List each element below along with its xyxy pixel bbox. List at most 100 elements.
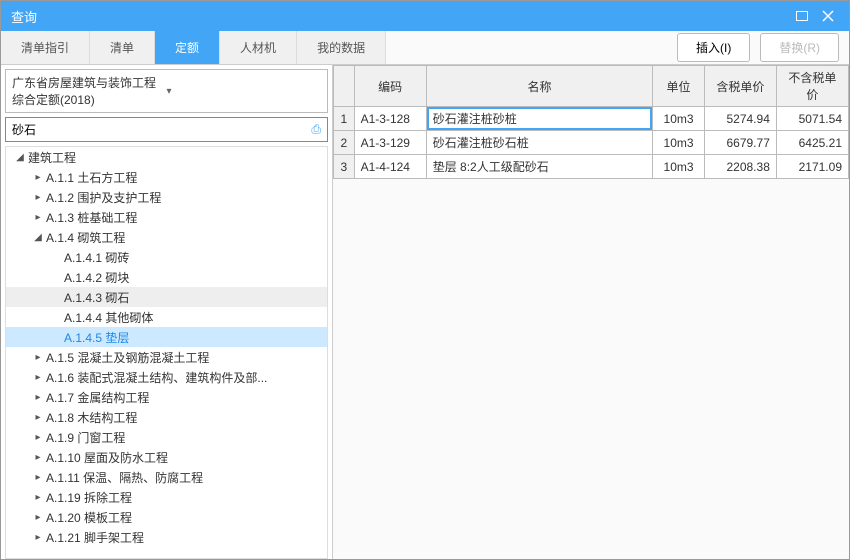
cell-unit[interactable]: 10m3 (653, 107, 705, 131)
tree-node[interactable]: ▸A.1.19 拆除工程 (6, 487, 327, 507)
tab-4[interactable]: 我的数据 (297, 31, 386, 64)
tree-node[interactable]: ▸A.1.11 保温、隔热、防腐工程 (6, 467, 327, 487)
search-helper-icon[interactable]: ⎙ (311, 122, 321, 137)
cell-price-notax[interactable]: 2171.09 (776, 155, 848, 179)
cell-unit[interactable]: 10m3 (653, 131, 705, 155)
grid-header[interactable]: 含税单价 (704, 66, 776, 107)
caret-right-icon[interactable]: ▸ (32, 192, 44, 203)
caret-right-icon[interactable]: ▸ (32, 452, 44, 463)
tree-node-label: A.1.8 木结构工程 (46, 409, 137, 426)
cell-name[interactable]: 砂石灌注桩砂桩 (426, 107, 653, 131)
row-number: 1 (334, 107, 355, 131)
table-row[interactable]: 1A1-3-128砂石灌注桩砂桩10m35274.945071.54 (334, 107, 849, 131)
caret-right-icon[interactable]: ▸ (32, 212, 44, 223)
caret-down-icon[interactable]: ◢ (32, 232, 44, 243)
cell-unit[interactable]: 10m3 (653, 155, 705, 179)
caret-right-icon[interactable]: ▸ (32, 532, 44, 543)
tree-node-label: A.1.4 砌筑工程 (46, 229, 125, 246)
grid-header[interactable]: 名称 (426, 66, 653, 107)
cell-price-tax[interactable]: 2208.38 (704, 155, 776, 179)
tree-node[interactable]: ▸A.1.4.1 砌砖 (6, 247, 327, 267)
caret-right-icon[interactable]: ▸ (32, 492, 44, 503)
tree-node[interactable]: ▸A.1.21 脚手架工程 (6, 527, 327, 547)
cell-price-tax[interactable]: 5274.94 (704, 107, 776, 131)
search-input[interactable] (12, 123, 311, 137)
chevron-down-icon: ▾ (167, 86, 322, 97)
tree-node[interactable]: ▸A.1.2 围护及支护工程 (6, 187, 327, 207)
caret-right-icon[interactable]: ▸ (32, 412, 44, 423)
cell-price-notax[interactable]: 5071.54 (776, 107, 848, 131)
tree-node-label: A.1.7 金属结构工程 (46, 389, 149, 406)
caret-right-icon[interactable]: ▸ (32, 472, 44, 483)
left-panel: 广东省房屋建筑与装饰工程综合定额(2018) ▾ ⎙ ◢建筑工程▸A.1.1 土… (1, 65, 333, 559)
cell-code[interactable]: A1-3-129 (354, 131, 426, 155)
tree-node[interactable]: ▸A.1.6 装配式混凝土结构、建筑构件及部... (6, 367, 327, 387)
tree-node-label: A.1.2 围护及支护工程 (46, 189, 161, 206)
tree-node[interactable]: ▸A.1.5 混凝土及钢筋混凝土工程 (6, 347, 327, 367)
grid-body: 1A1-3-128砂石灌注桩砂桩10m35274.945071.542A1-3-… (334, 107, 849, 179)
toolbar: 清单指引清单定额人材机我的数据 插入(I) 替换(R) (1, 31, 849, 65)
tree-node[interactable]: ▸A.1.3 桩基础工程 (6, 207, 327, 227)
tree-node-label: A.1.20 模板工程 (46, 509, 132, 526)
cell-name[interactable]: 垫层 8:2人工级配砂石 (426, 155, 653, 179)
tree-node[interactable]: ▸A.1.1 土石方工程 (6, 167, 327, 187)
tree-node-label: A.1.10 屋面及防水工程 (46, 449, 168, 466)
tree-node-label: A.1.4.4 其他砌体 (64, 309, 153, 326)
cell-code[interactable]: A1-3-128 (354, 107, 426, 131)
tree-node[interactable]: ▸A.1.4.2 砌块 (6, 267, 327, 287)
caret-right-icon[interactable]: ▸ (32, 172, 44, 183)
tree-node[interactable]: ▸A.1.4.5 垫层 (6, 327, 327, 347)
tree-node[interactable]: ◢A.1.4 砌筑工程 (6, 227, 327, 247)
titlebar: 查询 (1, 1, 849, 31)
maximize-icon[interactable] (791, 5, 813, 27)
tab-bar: 清单指引清单定额人材机我的数据 (1, 31, 386, 64)
tree-node-label: A.1.1 土石方工程 (46, 169, 137, 186)
insert-button[interactable]: 插入(I) (677, 33, 750, 62)
table-row[interactable]: 3A1-4-124垫层 8:2人工级配砂石10m32208.382171.09 (334, 155, 849, 179)
cell-price-notax[interactable]: 6425.21 (776, 131, 848, 155)
category-tree[interactable]: ◢建筑工程▸A.1.1 土石方工程▸A.1.2 围护及支护工程▸A.1.3 桩基… (5, 146, 328, 559)
grid-header-rownum (334, 66, 355, 107)
caret-right-icon[interactable]: ▸ (32, 512, 44, 523)
tab-2[interactable]: 定额 (155, 31, 220, 64)
tree-node[interactable]: ▸A.1.8 木结构工程 (6, 407, 327, 427)
tree-node-label: A.1.4.1 砌砖 (64, 249, 129, 266)
tree-node-label: A.1.5 混凝土及钢筋混凝土工程 (46, 349, 209, 366)
table-row[interactable]: 2A1-3-129砂石灌注桩砂石桩10m36679.776425.21 (334, 131, 849, 155)
quota-dropdown[interactable]: 广东省房屋建筑与装饰工程综合定额(2018) ▾ (5, 69, 328, 113)
caret-right-icon[interactable]: ▸ (32, 352, 44, 363)
tree-node[interactable]: ▸A.1.20 模板工程 (6, 507, 327, 527)
tree-node[interactable]: ▸A.1.7 金属结构工程 (6, 387, 327, 407)
caret-right-icon[interactable]: ▸ (32, 392, 44, 403)
tree-node-label: A.1.6 装配式混凝土结构、建筑构件及部... (46, 369, 267, 386)
grid-header[interactable]: 编码 (354, 66, 426, 107)
tree-node[interactable]: ▸A.1.4.4 其他砌体 (6, 307, 327, 327)
tree-node-label: A.1.9 门窗工程 (46, 429, 125, 446)
cell-name[interactable]: 砂石灌注桩砂石桩 (426, 131, 653, 155)
tree-node[interactable]: ▸A.1.4.3 砌石 (6, 287, 327, 307)
tree-node[interactable]: ▸A.1.10 屋面及防水工程 (6, 447, 327, 467)
tree-node-label: A.1.4.2 砌块 (64, 269, 129, 286)
window-title: 查询 (11, 7, 787, 26)
grid-header[interactable]: 不含税单价 (776, 66, 848, 107)
tab-1[interactable]: 清单 (90, 31, 155, 64)
result-grid: 编码名称单位含税单价不含税单价 1A1-3-128砂石灌注桩砂桩10m35274… (333, 65, 849, 179)
dropdown-label: 广东省房屋建筑与装饰工程综合定额(2018) (12, 74, 167, 108)
cell-code[interactable]: A1-4-124 (354, 155, 426, 179)
right-panel: 编码名称单位含税单价不含税单价 1A1-3-128砂石灌注桩砂桩10m35274… (333, 65, 849, 559)
row-number: 2 (334, 131, 355, 155)
tree-node[interactable]: ◢建筑工程 (6, 147, 327, 167)
caret-down-icon[interactable]: ◢ (14, 152, 26, 163)
caret-right-icon[interactable]: ▸ (32, 432, 44, 443)
grid-header[interactable]: 单位 (653, 66, 705, 107)
tree-node-label: A.1.4.3 砌石 (64, 289, 129, 306)
tree-node[interactable]: ▸A.1.9 门窗工程 (6, 427, 327, 447)
close-icon[interactable] (817, 5, 839, 27)
tab-3[interactable]: 人材机 (220, 31, 297, 64)
tree-node-label: A.1.11 保温、隔热、防腐工程 (46, 469, 203, 486)
query-window: 查询 清单指引清单定额人材机我的数据 插入(I) 替换(R) 广东省房屋建筑与装… (0, 0, 850, 560)
caret-right-icon[interactable]: ▸ (32, 372, 44, 383)
tab-0[interactable]: 清单指引 (1, 31, 90, 64)
grid-header-row: 编码名称单位含税单价不含税单价 (334, 66, 849, 107)
cell-price-tax[interactable]: 6679.77 (704, 131, 776, 155)
